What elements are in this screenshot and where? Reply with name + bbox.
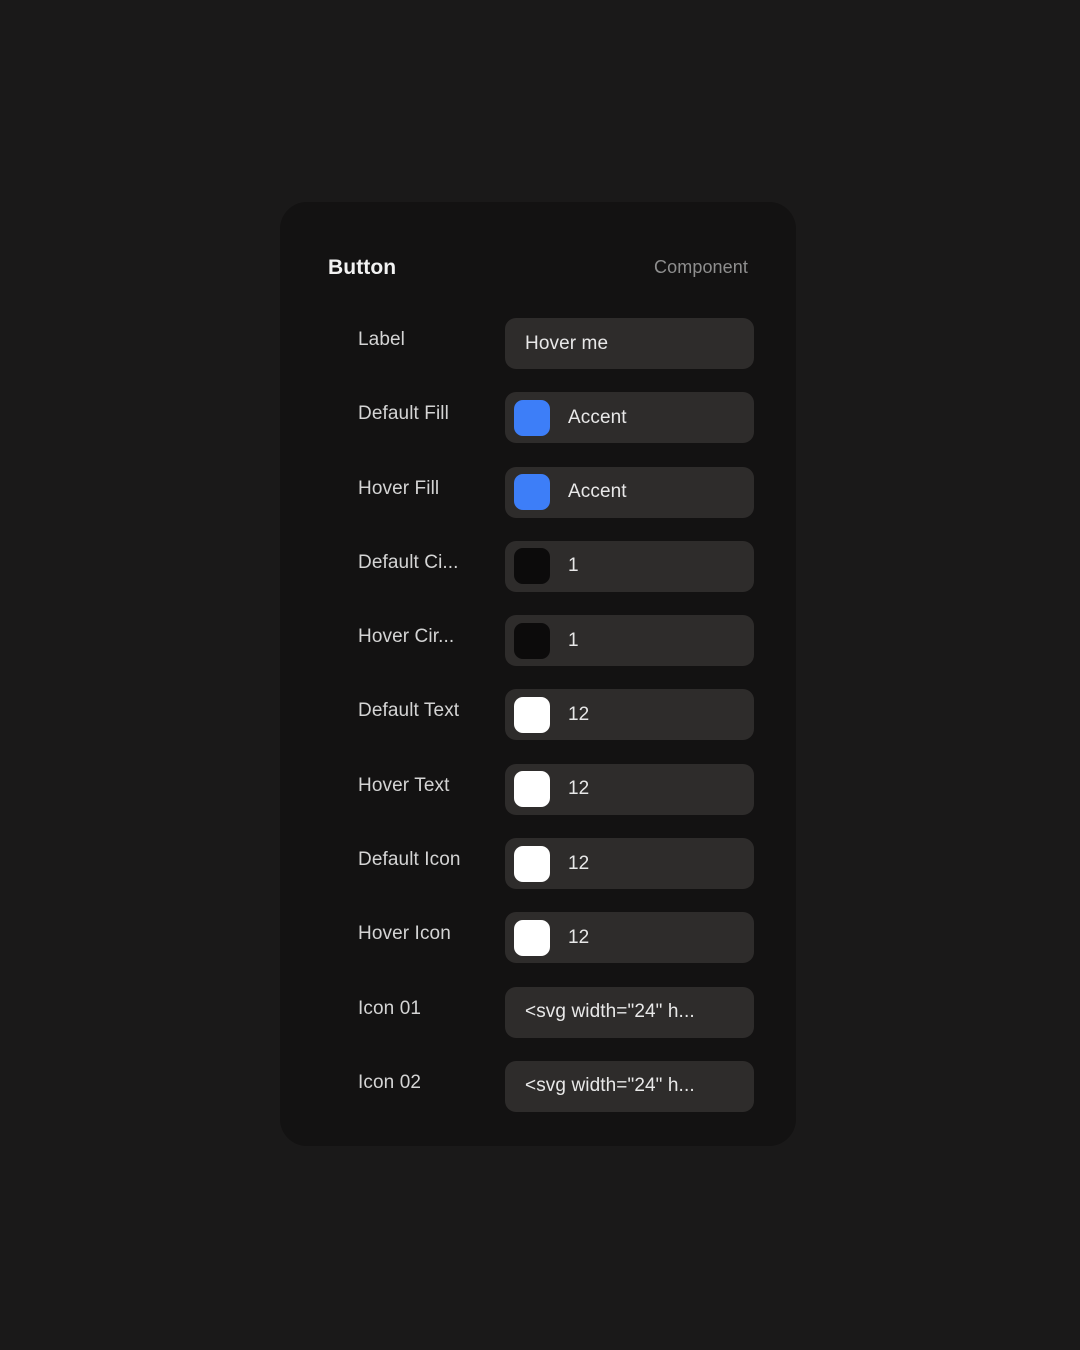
property-row: Hover Fill Accent [280, 462, 796, 536]
property-value-text: 12 [568, 926, 590, 948]
property-value-text: Hover me [525, 332, 609, 354]
property-row: Hover Icon 12 [280, 907, 796, 981]
color-swatch[interactable] [514, 771, 550, 808]
property-value-field[interactable]: Hover me [505, 318, 754, 369]
inspector-header: Button Component [328, 252, 748, 282]
property-rows: Label Hover me Default Fill Accent Hover Fil… [280, 313, 796, 1130]
property-value-text: 1 [568, 629, 579, 651]
property-value-text: 12 [568, 703, 590, 725]
property-label: Label [358, 329, 405, 350]
component-type-label: Component [654, 257, 748, 277]
property-value-field[interactable]: <svg width="24" h... [505, 1060, 754, 1112]
property-row: Default Ci... 1 [280, 536, 796, 610]
property-row: Default Fill Accent [280, 387, 796, 461]
color-swatch[interactable] [514, 548, 550, 585]
property-row: Icon 02 <svg width="24" h... [280, 1056, 796, 1130]
property-value-text: <svg width="24" h... [525, 1001, 695, 1023]
property-value-field[interactable]: 1 [505, 615, 754, 667]
property-value-text: 12 [568, 778, 590, 800]
property-label: Icon 02 [358, 1071, 422, 1093]
property-label: Hover Text [358, 774, 450, 796]
property-value-text: 12 [568, 852, 590, 874]
property-label: Hover Cir... [358, 626, 455, 648]
property-value-text: <svg width="24" h... [525, 1075, 695, 1097]
property-label: Default Text [358, 700, 460, 722]
property-label: Default Icon [358, 849, 461, 871]
property-value-field[interactable]: 1 [505, 540, 754, 592]
color-swatch[interactable] [514, 399, 550, 436]
property-value-field[interactable]: Accent [505, 466, 754, 518]
property-value-field[interactable]: 12 [505, 689, 754, 741]
property-label: Hover Icon [358, 923, 451, 945]
component-inspector-card: Button Component Label Hover me Default Fi… [280, 202, 796, 1146]
color-swatch[interactable] [514, 696, 550, 733]
property-value-text: Accent [568, 406, 627, 428]
property-value-text: 1 [568, 555, 579, 577]
property-row: Icon 01 <svg width="24" h... [280, 982, 796, 1056]
property-value-field[interactable]: 12 [505, 838, 754, 890]
property-row: Label Hover me [280, 313, 796, 387]
page-background: Button Component Label Hover me Default Fi… [0, 0, 1080, 1350]
property-row: Default Icon 12 [280, 833, 796, 907]
property-row: Default Text 12 [280, 684, 796, 758]
property-label: Icon 01 [358, 997, 422, 1019]
property-label: Default Ci... [358, 551, 459, 573]
color-swatch[interactable] [514, 919, 550, 956]
property-label: Hover Fill [358, 477, 440, 499]
property-value-field[interactable]: 12 [505, 912, 754, 964]
color-swatch[interactable] [514, 474, 550, 511]
property-label: Default Fill [358, 403, 449, 425]
color-swatch[interactable] [514, 845, 550, 882]
property-value-field[interactable]: 12 [505, 763, 754, 815]
color-swatch[interactable] [514, 622, 550, 659]
property-row: Hover Text 12 [280, 759, 796, 833]
property-value-field[interactable]: Accent [505, 392, 754, 444]
property-row: Hover Cir... 1 [280, 610, 796, 684]
property-value-field[interactable]: <svg width="24" h... [505, 986, 754, 1038]
property-value-text: Accent [568, 481, 627, 503]
page-title: Button [328, 255, 397, 279]
